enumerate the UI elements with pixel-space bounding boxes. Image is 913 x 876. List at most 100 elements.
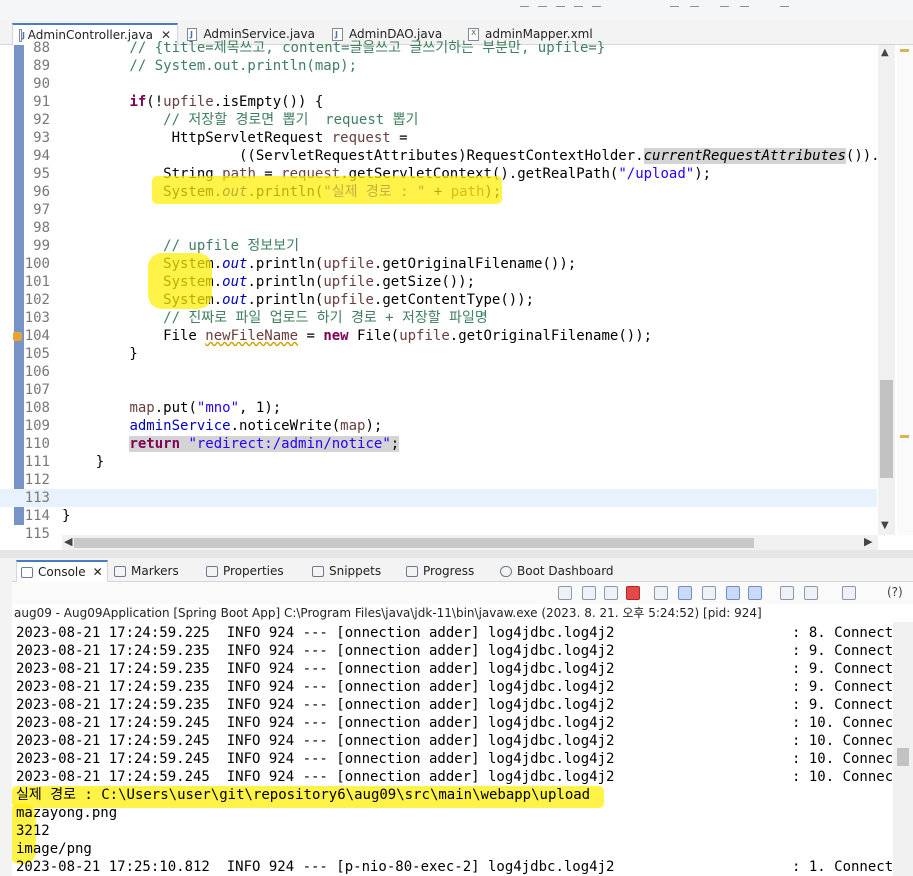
code-line[interactable]: 102 System.out.println(upfile.getContent… [0, 291, 877, 309]
code-line[interactable]: 111 } [0, 453, 877, 471]
console-output[interactable]: 2023-08-21 17:24:59.225 INFO 924 --- [on… [12, 622, 893, 876]
editor-horizontal-scrollbar[interactable]: ◀ ▶ [62, 535, 878, 550]
scroll-lock-icon[interactable] [678, 586, 692, 600]
code-line[interactable]: 100 System.out.println(upfile.getOrigina… [0, 255, 877, 273]
console-line-message: : 10. Connec [792, 769, 893, 785]
code-line[interactable]: 107 [0, 381, 877, 399]
code-line[interactable]: 104 File newFileName = new File(upfile.g… [0, 327, 877, 345]
code-line[interactable]: 109 adminService.noticeWrite(map); [0, 417, 877, 435]
code-line[interactable]: 89 // System.out.println(map); [0, 57, 877, 75]
show-stderr-icon[interactable] [748, 586, 762, 600]
line-number: 105 [24, 346, 50, 362]
code-line[interactable]: 93 HttpServletRequest request = [0, 129, 877, 147]
code-line[interactable]: 103 // 진짜로 파일 업로드 하기 경로 + 저장할 파일명 [0, 309, 877, 327]
overview-mark[interactable] [900, 435, 909, 438]
view-separator[interactable] [0, 550, 913, 558]
line-number: 103 [24, 310, 50, 326]
code-line[interactable]: 106 [0, 363, 877, 381]
line-number: 91 [33, 94, 50, 110]
word-wrap-icon[interactable] [702, 586, 716, 600]
remove-launch-icon[interactable] [582, 586, 596, 600]
code-line[interactable]: 90 [0, 75, 877, 93]
console-line: 2023-08-21 17:24:59.245 INFO 924 --- [on… [16, 733, 615, 749]
line-number: 90 [33, 76, 50, 92]
tab-snippets[interactable]: Snippets [308, 560, 385, 582]
code-line[interactable]: 110 return "redirect:/admin/notice"; [0, 435, 877, 453]
code-line[interactable]: 114} [0, 507, 877, 525]
line-number: 109 [24, 418, 50, 434]
code-text: System.out.println(upfile.getSize()); [62, 274, 476, 290]
line-number: 89 [33, 58, 50, 74]
code-line[interactable]: 112 [0, 471, 877, 489]
code-editor[interactable]: 88 // {title=제목쓰고, content=글을쓰고 글쓰기하는 부분… [0, 40, 913, 550]
code-line[interactable]: 99 // upfile 정보보기 [0, 237, 877, 255]
line-number: 97 [33, 202, 50, 218]
display-console-icon[interactable] [804, 586, 818, 600]
warning-icon[interactable] [13, 332, 22, 341]
tab-console[interactable]: Console ✕ [16, 560, 108, 582]
tab-properties[interactable]: Properties [202, 560, 288, 582]
highlight-mark [148, 253, 212, 309]
terminate-icon[interactable] [626, 586, 640, 600]
line-number: 98 [33, 220, 50, 236]
show-stdout-icon[interactable] [726, 586, 740, 600]
console-launch-description: aug09 - Aug09Application [Spring Boot Ap… [14, 606, 762, 620]
tab-progress[interactable]: Progress [402, 560, 478, 582]
code-line[interactable]: 94 ((ServletRequestAttributes)RequestCon… [0, 147, 888, 165]
progress-icon [406, 565, 418, 577]
link-icon[interactable] [558, 586, 572, 600]
scroll-up-icon[interactable]: ▲ [881, 47, 889, 58]
console-icon [21, 566, 33, 578]
console-line-message: : 10. Connec [792, 715, 893, 731]
scroll-right-icon[interactable]: ▶ [864, 535, 872, 548]
code-line[interactable]: 98 [0, 219, 877, 237]
clear-console-icon[interactable] [654, 586, 668, 600]
scroll-thumb[interactable] [880, 380, 893, 478]
overview-mark[interactable] [900, 49, 909, 52]
line-number: 101 [24, 274, 50, 290]
new-console-icon[interactable] [842, 586, 856, 600]
scroll-left-icon[interactable]: ◀ [64, 535, 72, 548]
console-line-message: : 9. Connect [792, 697, 893, 713]
console-line-message: : 10. Connec [792, 751, 893, 767]
console-line-message: : 9. Connect [792, 643, 893, 659]
line-number: 111 [24, 454, 50, 470]
remove-all-icon[interactable] [604, 586, 618, 600]
console-line: 3212 [16, 823, 50, 839]
console-vertical-scrollbar[interactable] [893, 622, 913, 876]
code-line[interactable]: 113 [0, 489, 877, 507]
code-line[interactable]: 91 if(!upfile.isEmpty()) { [0, 93, 877, 111]
code-line[interactable]: 92 // 저장할 경로면 뽑기 request 뽑기 [0, 111, 877, 129]
tab-boot-dashboard[interactable]: Boot Dashboard [496, 560, 618, 582]
main-toolbar [520, 2, 800, 12]
tab-label: Snippets [329, 564, 382, 578]
scroll-thumb[interactable] [897, 748, 909, 766]
line-number: 94 [33, 148, 50, 164]
code-line[interactable]: 108 map.put("mno", 1); [0, 399, 877, 417]
console-line: 2023-08-21 17:24:59.245 INFO 924 --- [on… [16, 715, 615, 731]
code-line[interactable]: 88 // {title=제목쓰고, content=글을쓰고 글쓰기하는 부분… [0, 39, 877, 57]
code-text: System.out.println(upfile.getContentType… [62, 292, 535, 308]
tab-label: Boot Dashboard [517, 564, 614, 578]
code-text: HttpServletRequest request = [62, 130, 408, 146]
pin-console-icon[interactable] [780, 586, 794, 600]
line-number: 102 [24, 292, 50, 308]
code-text: adminService.noticeWrite(map); [129, 418, 383, 434]
line-number: 88 [33, 40, 50, 56]
console-line: 2023-08-21 17:24:59.245 INFO 924 --- [on… [16, 769, 615, 785]
code-line[interactable]: 101 System.out.println(upfile.getSize())… [0, 273, 877, 291]
highlight-mark [152, 176, 502, 204]
code-line[interactable]: 105 } [0, 345, 877, 363]
scroll-thumb[interactable] [74, 538, 754, 548]
line-number: 104 [24, 328, 50, 344]
scroll-down-icon[interactable]: ▼ [881, 520, 889, 531]
help-icon[interactable]: (?) [887, 585, 903, 599]
tab-label: Console [38, 565, 86, 579]
close-icon[interactable]: ✕ [93, 565, 103, 579]
line-number: 93 [33, 130, 50, 146]
tab-label: Markers [131, 564, 179, 578]
line-number: 95 [33, 166, 50, 182]
console-line: 2023-08-21 17:24:59.225 INFO 924 --- [on… [16, 625, 615, 641]
editor-vertical-scrollbar[interactable]: ▲ ▼ [878, 45, 895, 535]
tab-markers[interactable]: Markers [110, 560, 183, 582]
